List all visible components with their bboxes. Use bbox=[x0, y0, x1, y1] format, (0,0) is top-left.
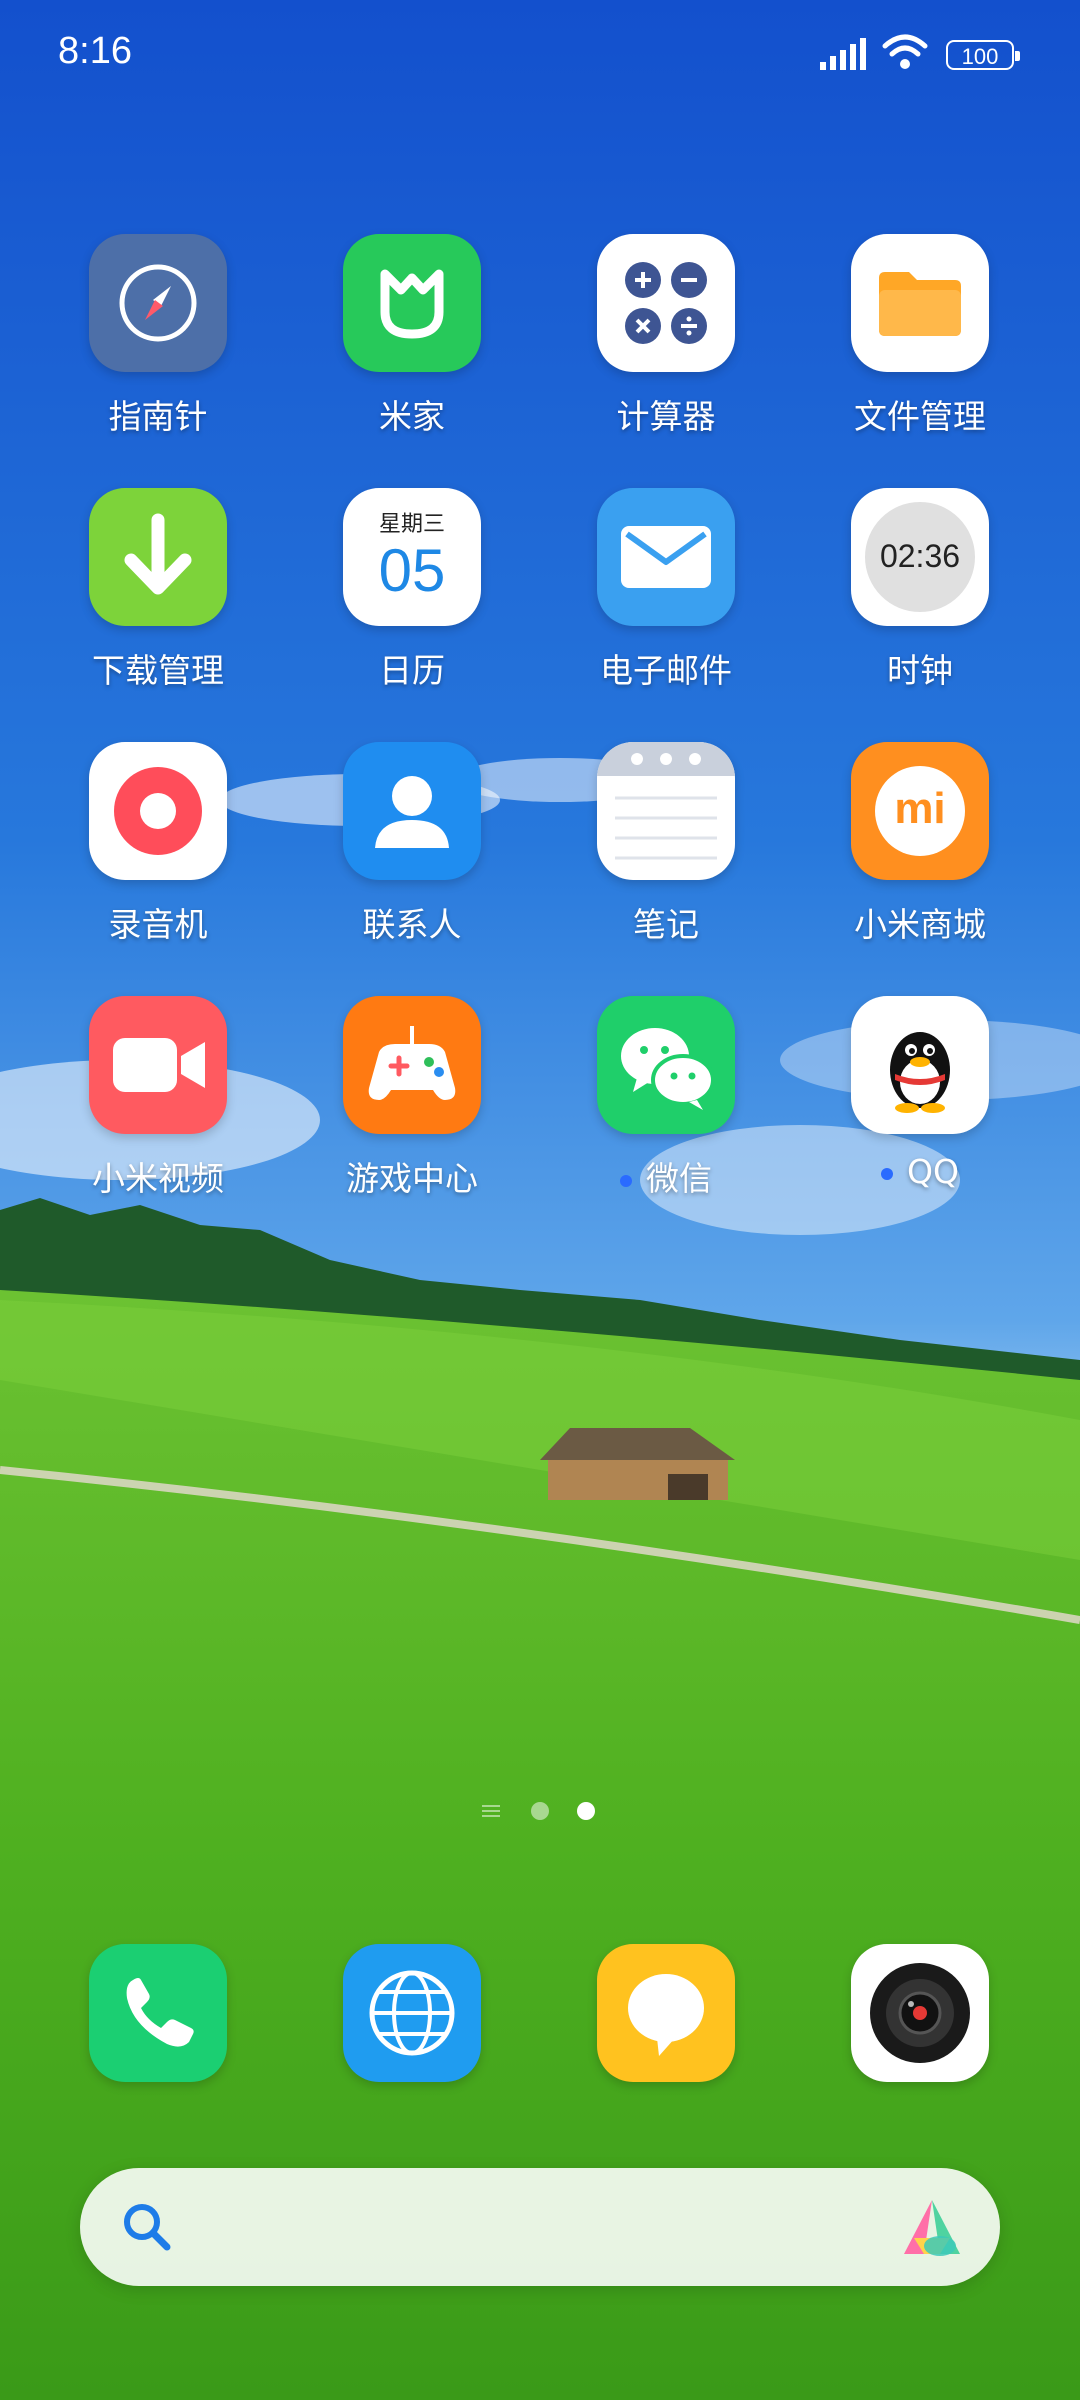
wifi-icon bbox=[882, 34, 928, 69]
message-bubble-icon bbox=[597, 1944, 735, 2082]
app-label: 录音机 bbox=[108, 905, 208, 944]
clock-time: 02:36 bbox=[879, 538, 961, 574]
app-recorder[interactable]: 录音机 bbox=[48, 742, 268, 946]
app-contacts[interactable]: 联系人 bbox=[302, 742, 522, 946]
app-notes[interactable]: 笔记 bbox=[556, 742, 776, 946]
app-label: QQ bbox=[810, 1152, 1030, 1191]
app-clock[interactable]: 02:36 时钟 bbox=[810, 488, 1030, 692]
wechat-icon bbox=[597, 996, 735, 1134]
calendar-icon: 星期三 05 bbox=[343, 488, 481, 626]
app-mijia[interactable]: 米家 bbox=[302, 234, 522, 438]
app-game-center[interactable]: 游戏中心 bbox=[302, 996, 522, 1200]
app-label: 下载管理 bbox=[92, 651, 224, 690]
app-email[interactable]: 电子邮件 bbox=[556, 488, 776, 692]
app-label-text: 微信 bbox=[646, 1159, 712, 1198]
camera-lens-icon bbox=[851, 1944, 989, 2082]
mi-logo-text: mi bbox=[894, 784, 946, 833]
record-icon bbox=[89, 742, 227, 880]
page-indicator[interactable] bbox=[0, 1796, 1080, 1826]
battery-indicator: 100 bbox=[946, 40, 1020, 70]
compass-icon bbox=[89, 234, 227, 372]
clock-icon: 02:36 bbox=[851, 488, 989, 626]
app-mi-video[interactable]: 小米视频 bbox=[48, 996, 268, 1200]
qq-penguin-icon bbox=[851, 996, 989, 1134]
search-bar[interactable] bbox=[80, 2168, 1000, 2286]
phone-icon bbox=[89, 1944, 227, 2082]
page-dot-active[interactable] bbox=[577, 1802, 595, 1820]
gamepad-icon bbox=[343, 996, 481, 1134]
app-label: 小米视频 bbox=[92, 1159, 224, 1198]
app-label: 文件管理 bbox=[854, 397, 986, 436]
status-time: 8:16 bbox=[58, 30, 132, 72]
app-label: 联系人 bbox=[362, 905, 462, 944]
signal-icon bbox=[820, 38, 866, 70]
app-calculator[interactable]: 计算器 bbox=[556, 234, 776, 438]
dock-phone[interactable] bbox=[48, 1944, 268, 2082]
video-camera-icon bbox=[89, 996, 227, 1134]
app-label: 米家 bbox=[379, 397, 445, 436]
calculator-icon bbox=[597, 234, 735, 372]
app-label-text: QQ bbox=[907, 1152, 959, 1191]
download-arrow-icon bbox=[89, 488, 227, 626]
dock-browser[interactable] bbox=[302, 1944, 522, 2082]
folder-icon bbox=[851, 234, 989, 372]
app-file-manager[interactable]: 文件管理 bbox=[810, 234, 1030, 438]
app-label: 时钟 bbox=[887, 651, 953, 690]
app-label: 指南针 bbox=[108, 397, 208, 436]
contact-person-icon bbox=[343, 742, 481, 880]
app-label: 电子邮件 bbox=[600, 651, 732, 690]
app-calendar[interactable]: 星期三 05 日历 bbox=[302, 488, 522, 692]
calendar-weekday: 星期三 bbox=[378, 512, 445, 537]
notepad-icon bbox=[597, 742, 735, 880]
app-download-manager[interactable]: 下载管理 bbox=[48, 488, 268, 692]
page-list-icon[interactable] bbox=[482, 1805, 500, 1817]
app-mi-store[interactable]: mi 小米商城 bbox=[810, 742, 1030, 946]
app-label: 笔记 bbox=[633, 905, 699, 944]
app-wechat[interactable]: 微信 bbox=[556, 996, 776, 1200]
dock-messages[interactable] bbox=[556, 1944, 776, 2082]
app-label: 计算器 bbox=[616, 397, 716, 436]
app-qq[interactable]: QQ bbox=[810, 996, 1030, 1191]
status-bar: 8:16 100 bbox=[0, 0, 1080, 110]
app-label: 日历 bbox=[379, 651, 445, 690]
new-badge-dot bbox=[881, 1167, 894, 1180]
search-icon[interactable] bbox=[120, 2200, 174, 2254]
app-label: 小米商城 bbox=[854, 905, 986, 944]
page-dot[interactable] bbox=[531, 1802, 549, 1820]
app-compass[interactable]: 指南针 bbox=[48, 234, 268, 438]
dock-camera[interactable] bbox=[810, 1944, 1030, 2082]
globe-browser-icon bbox=[343, 1944, 481, 2082]
mijia-icon bbox=[343, 234, 481, 372]
mi-logo-icon: mi bbox=[851, 742, 989, 880]
calendar-day: 05 bbox=[378, 537, 446, 604]
envelope-icon bbox=[597, 488, 735, 626]
app-label: 微信 bbox=[556, 1152, 776, 1200]
app-label: 游戏中心 bbox=[346, 1159, 478, 1198]
assistant-icon[interactable] bbox=[900, 2198, 964, 2258]
new-badge-dot bbox=[620, 1174, 632, 1187]
